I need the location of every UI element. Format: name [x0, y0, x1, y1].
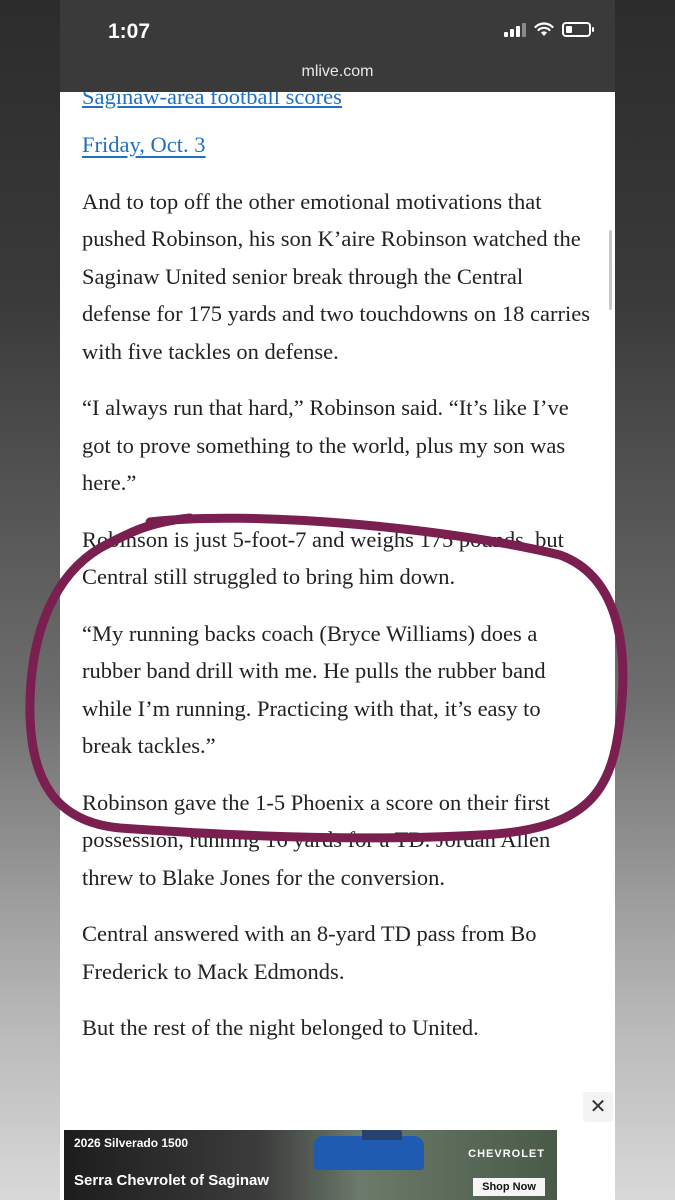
scrollbar-thumb[interactable]	[609, 230, 612, 310]
ad-dealer-name: Serra Chevrolet of Saginaw	[74, 1172, 270, 1189]
article-body: Saginaw-area football scores Friday, Oct…	[82, 70, 592, 1066]
battery-icon	[562, 22, 594, 37]
ad-headline: 2026 Silverado 1500	[74, 1136, 189, 1150]
article-paragraph: Central answered with an 8-yard TD pass …	[82, 921, 537, 984]
truck-image	[314, 1130, 424, 1170]
ad-banner[interactable]: 2026 Silverado 1500 Serra Chevrolet of S…	[64, 1130, 557, 1200]
article-paragraph: Robinson is just 5-foot-7 and weighs 175…	[82, 526, 564, 590]
ad-banner-container: ✕ 2026 Silverado 1500 Serra Chevrolet of…	[60, 1092, 615, 1200]
article-paragraph: “I always run that hard,” Robinson said.…	[82, 395, 569, 495]
wifi-icon	[534, 22, 554, 36]
article-paragraph: Robinson gave the 1-5 Phoenix a score on…	[82, 789, 551, 890]
related-link-fragment[interactable]: Saginaw-area football scores	[82, 92, 592, 122]
status-time: 1:07	[108, 20, 151, 43]
cellular-signal-icon	[504, 22, 526, 37]
shop-now-button[interactable]: Shop Now	[473, 1178, 545, 1196]
article-paragraph: But the rest of the night belonged to Un…	[82, 1015, 479, 1040]
phone-screen: 1:07 mlive.com Saginaw-area football sco…	[60, 0, 615, 1200]
related-link-cut-text[interactable]: Saginaw-area football scores	[82, 92, 342, 116]
article-paragraph: And to top off the other emotional motiv…	[82, 188, 590, 364]
article-paragraph: “My running backs coach (Bryce Williams)…	[82, 620, 546, 759]
status-icons	[504, 22, 594, 37]
close-icon[interactable]: ✕	[583, 1092, 613, 1122]
status-bar: 1:07	[60, 0, 615, 58]
related-link-date[interactable]: Friday, Oct. 3	[82, 132, 206, 157]
chevrolet-logo: CHEVROLET	[468, 1148, 545, 1160]
